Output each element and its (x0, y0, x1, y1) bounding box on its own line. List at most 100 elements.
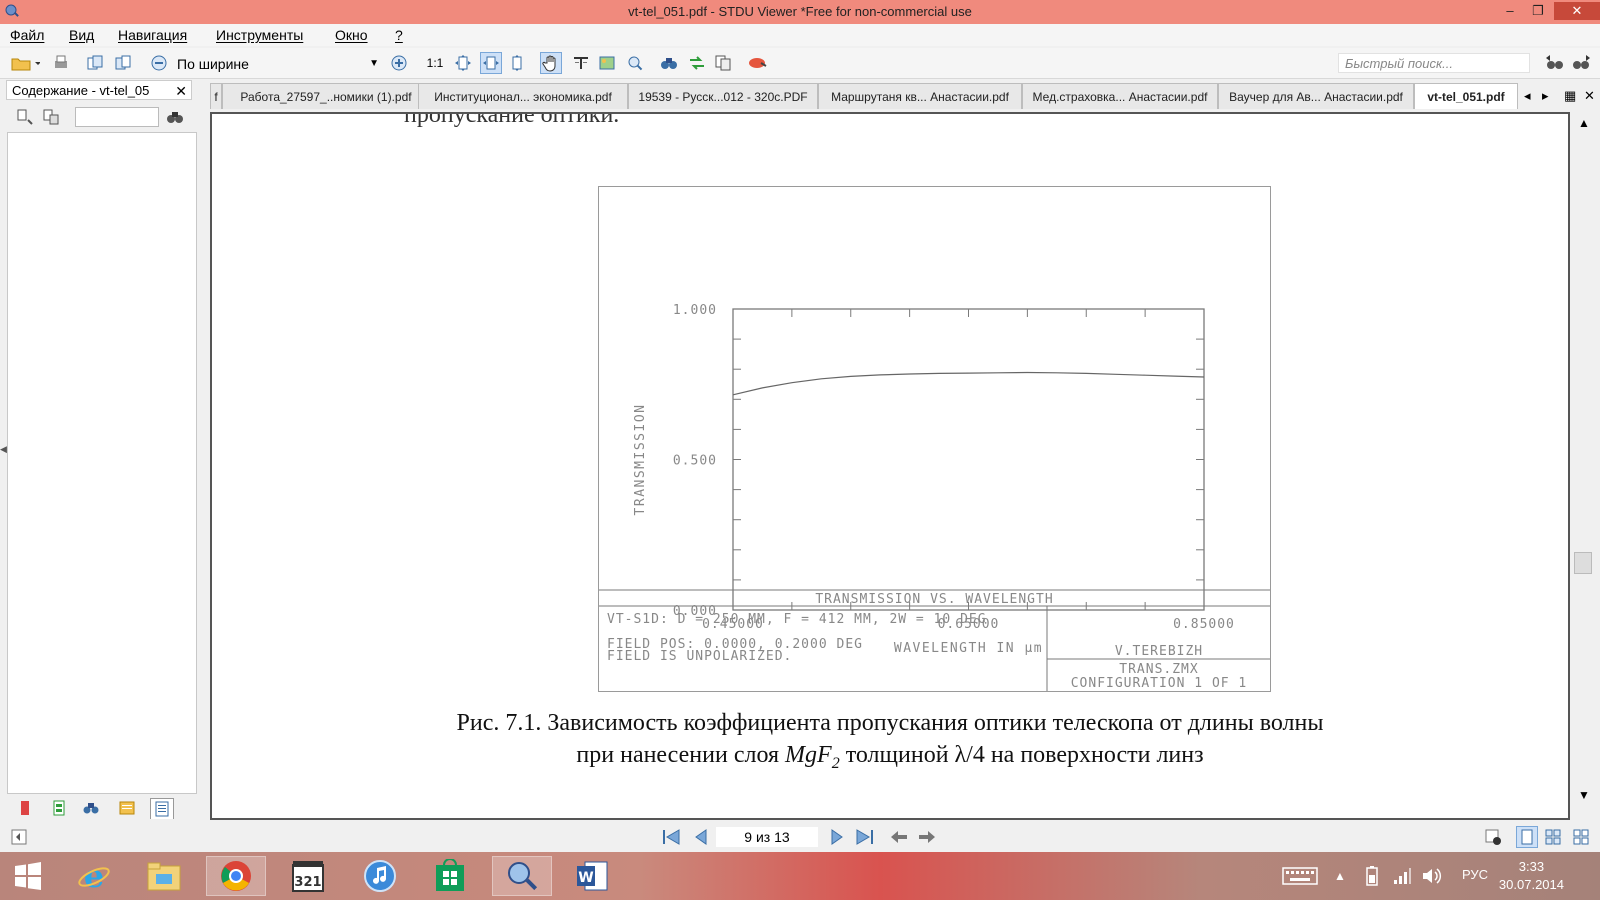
minimize-button[interactable]: – (1496, 2, 1524, 20)
document-view[interactable]: пропускание оптики. 0.45000 0.65000 0.8500… (210, 112, 1570, 820)
image-select-icon[interactable] (596, 52, 618, 74)
annotation-icon[interactable] (746, 52, 768, 74)
expand-all-icon[interactable] (14, 106, 36, 128)
close-tab-icon[interactable]: ✕ (1584, 88, 1595, 104)
menu-view[interactable]: Вид (69, 27, 94, 43)
search-tab-icon[interactable] (80, 798, 102, 818)
windows-start-icon[interactable] (0, 856, 56, 896)
print-icon[interactable] (50, 52, 72, 74)
contents-tree[interactable] (7, 132, 197, 794)
keyboard-icon[interactable] (1278, 856, 1322, 896)
menu-tools[interactable]: Инструменты (216, 27, 303, 43)
hand-tool-icon[interactable] (540, 52, 562, 74)
page-number-input[interactable]: 9 из 13 (716, 827, 818, 847)
forward-icon[interactable] (916, 826, 938, 848)
search-prev-icon[interactable] (1544, 52, 1566, 74)
menu-navigation[interactable]: Навигация (118, 27, 187, 43)
internet-explorer-icon[interactable]: e (64, 856, 124, 896)
tab-document[interactable]: Институционал... экономика.pdf (418, 83, 628, 109)
system-clock[interactable]: 3:33 30.07.2014 (1499, 858, 1564, 894)
tab-document[interactable]: Ваучер для Ав... Анастасии.pdf (1218, 83, 1414, 109)
tab-document[interactable]: Работа_27597_..номики (1).pdf (222, 83, 430, 109)
chart-info-line1: VT-S1D: D = 250 MM, F = 412 MM, 2W = 10 … (607, 612, 987, 627)
contents-tools (6, 104, 198, 130)
zoom-mode-value: По ширине (177, 56, 249, 72)
tab-document[interactable]: 19539 - Русск...012 - 320с.PDF (628, 83, 818, 109)
last-page-icon[interactable] (854, 826, 876, 848)
scroll-up-icon[interactable]: ▲ (1578, 116, 1590, 130)
first-page-icon[interactable] (660, 826, 682, 848)
tab-scroll-right-icon[interactable]: ▸ (1542, 88, 1549, 104)
zoom-mode-select[interactable]: По ширине ▼ (176, 53, 384, 75)
svg-text:321: 321 (294, 875, 321, 890)
tab-document[interactable]: f (210, 83, 222, 109)
figure-caption-line1: Рис. 7.1. Зависимость коэффициента пропу… (456, 710, 1324, 736)
window-title: vt-tel_051.pdf - STDU Viewer *Free for n… (628, 4, 972, 19)
chrome-icon[interactable] (206, 856, 266, 896)
microsoft-word-icon[interactable]: W (562, 856, 622, 896)
collapse-all-icon[interactable] (40, 106, 62, 128)
show-hidden-icons-icon[interactable]: ▲ (1326, 856, 1354, 896)
zoom-out-icon[interactable] (148, 52, 170, 74)
fit-width-icon[interactable] (480, 52, 502, 74)
tab-document-active[interactable]: vt-tel_051.pdf (1414, 83, 1518, 109)
scroll-down-icon[interactable]: ▼ (1578, 788, 1590, 802)
contents-find-icon[interactable] (164, 106, 186, 128)
next-page-icon[interactable] (826, 826, 848, 848)
settings-gear-icon[interactable] (1482, 826, 1504, 848)
menu-window[interactable]: Окно (335, 27, 368, 43)
document-tabs: f Работа_27597_..номики (1).pdf Институц… (210, 83, 1600, 109)
actual-size-button[interactable]: 1:1 (424, 52, 446, 74)
layers-tab-icon[interactable] (116, 798, 138, 818)
menu-file[interactable]: Файл (10, 27, 44, 43)
restore-button[interactable]: ❐ (1524, 2, 1552, 20)
close-icon[interactable]: ✕ (175, 81, 187, 101)
tab-list-icon[interactable]: ▦ (1564, 88, 1576, 104)
toggle-panel-icon[interactable] (8, 826, 30, 848)
export-page-icon[interactable] (112, 52, 134, 74)
itunes-icon[interactable] (350, 856, 410, 896)
search-next-icon[interactable] (1570, 52, 1592, 74)
volume-icon[interactable] (1418, 856, 1446, 896)
single-page-view-icon[interactable] (1516, 826, 1538, 848)
tab-scroll-left-icon[interactable]: ◂ (1524, 88, 1531, 104)
windows-store-icon[interactable] (420, 856, 480, 896)
input-language[interactable]: РУС (1462, 867, 1488, 882)
text-select-icon[interactable] (570, 52, 592, 74)
two-page-view-icon[interactable] (1542, 826, 1564, 848)
previous-page-icon[interactable] (690, 826, 712, 848)
file-explorer-icon[interactable] (134, 856, 194, 896)
stdu-viewer-taskbar-icon[interactable] (492, 856, 552, 896)
battery-icon[interactable] (1358, 856, 1386, 896)
bookmarks-tab-icon[interactable] (14, 798, 36, 818)
menu-help[interactable]: ? (395, 27, 403, 43)
back-icon[interactable] (888, 826, 910, 848)
open-folder-icon[interactable] (8, 52, 42, 74)
thumbnails-tab-icon[interactable] (48, 798, 70, 818)
vertical-scrollbar[interactable]: ▲ ▼ (1570, 112, 1596, 820)
contents-search-input[interactable] (75, 107, 159, 127)
fit-height-icon[interactable] (506, 52, 528, 74)
tab-document[interactable]: Мед.страховка... Анастасии.pdf (1022, 83, 1218, 109)
transmission-figure: 0.45000 0.65000 0.85000 0.000 0.500 1.000 WAVE… (598, 186, 1271, 692)
swap-arrows-icon[interactable] (686, 52, 708, 74)
title-bar: vt-tel_051.pdf - STDU Viewer *Free for n… (0, 0, 1600, 24)
close-button[interactable]: ✕ (1554, 2, 1600, 20)
contents-tab-icon[interactable] (150, 798, 174, 819)
zoom-area-icon[interactable] (624, 52, 646, 74)
network-signal-icon[interactable] (1388, 856, 1416, 896)
y-tick-label: 0.500 (673, 454, 717, 469)
media-player-classic-icon[interactable]: 321 (278, 856, 338, 896)
panel-collapse-icon[interactable]: ◀ (0, 444, 7, 455)
zoom-in-icon[interactable] (388, 52, 410, 74)
continuous-view-icon[interactable] (1570, 826, 1592, 848)
pages-icon[interactable] (712, 52, 734, 74)
scroll-thumb[interactable] (1574, 552, 1592, 574)
page-navigation-bar: 9 из 13 (0, 822, 1600, 852)
copy-page-icon[interactable] (84, 52, 106, 74)
contents-panel: Содержание - vt-tel_05 ✕ (6, 80, 198, 820)
quick-search-input[interactable]: Быстрый поиск... (1338, 53, 1530, 73)
tab-document[interactable]: Маршрутаня кв... Анастасии.pdf (818, 83, 1022, 109)
find-icon[interactable] (658, 52, 680, 74)
fit-page-icon[interactable] (452, 52, 474, 74)
